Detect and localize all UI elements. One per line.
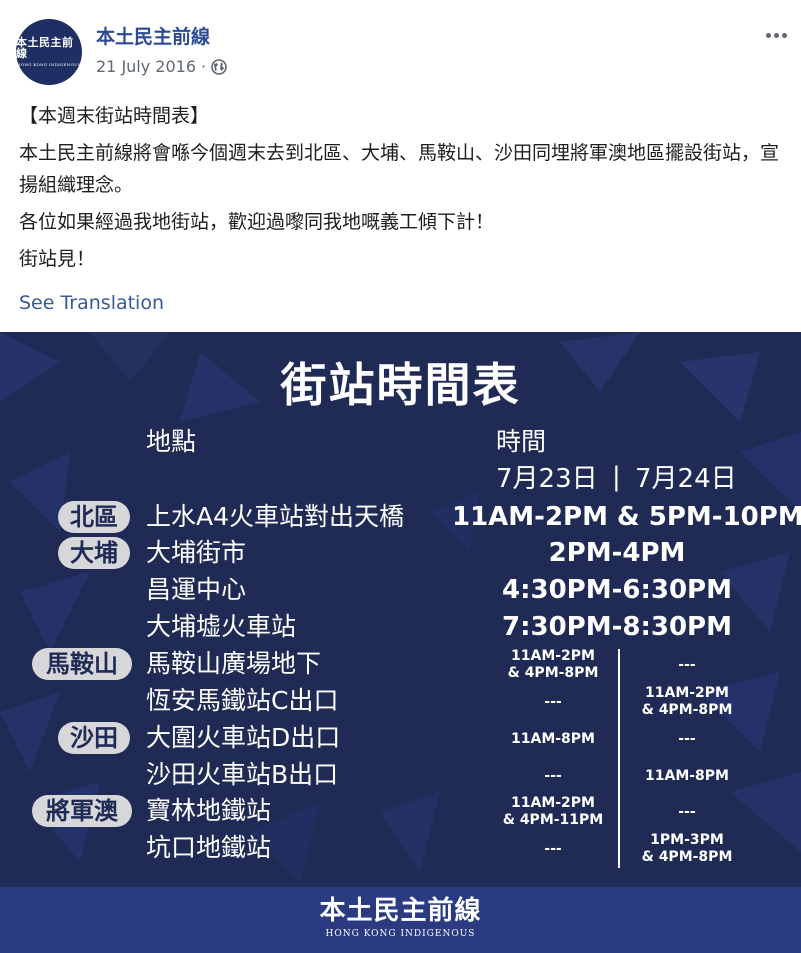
day-divider bbox=[618, 649, 620, 868]
time-line: 11AM-2PM bbox=[511, 795, 595, 811]
facebook-post: 本土民主前線 HONG KONG INDIGENOUS 本土民主前線 21 Ju… bbox=[0, 0, 801, 953]
date-header-day2: 7月24日 bbox=[635, 464, 737, 494]
time-line: 11AM-8PM bbox=[645, 768, 729, 784]
time-line: 1PM-3PM bbox=[650, 832, 724, 848]
post-paragraph: 各位如果經過我地街站，歡迎過嚟同我地嘅義工傾下計！ bbox=[19, 211, 495, 233]
time-slot-day2: 11AM-2PM & 4PM-8PM bbox=[622, 685, 752, 719]
time-line: & 4PM-8PM bbox=[641, 849, 733, 865]
post-paragraph: 【本週末街站時間表】 bbox=[19, 105, 210, 127]
time-slot-day1: 11AM-2PM & 4PM-8PM bbox=[488, 648, 618, 682]
avatar-logo-text: 本土民主前線 bbox=[16, 36, 74, 60]
post-paragraph: 街站見！ bbox=[19, 248, 96, 270]
time-line: 11AM-2PM bbox=[645, 685, 729, 701]
time-slot-day1: 11AM-2PM & 4PM-11PM bbox=[488, 795, 618, 829]
time-line: --- bbox=[544, 768, 562, 784]
time-line: --- bbox=[678, 657, 696, 673]
district-badge: 將軍澳 bbox=[32, 795, 132, 827]
page-name-link[interactable]: 本土民主前線 bbox=[96, 25, 210, 49]
time-line: 11AM-2PM bbox=[511, 648, 595, 664]
location-name: 沙田火車站B出口 bbox=[146, 760, 339, 789]
time-line: --- bbox=[678, 731, 696, 747]
time-slot-both-days: 2PM-4PM bbox=[548, 538, 686, 568]
location-name: 上水A4火車站對出天橋 bbox=[146, 502, 405, 531]
location-name: 恆安馬鐵站C出口 bbox=[146, 686, 339, 715]
location-header: 地點 bbox=[146, 427, 197, 456]
time-slot-both-days: 7:30PM-8:30PM bbox=[502, 612, 732, 642]
time-slot-day1: --- bbox=[488, 841, 618, 858]
time-line: --- bbox=[678, 804, 696, 820]
time-header: 時間 bbox=[496, 427, 547, 456]
footer-logo: 本土民主前線 bbox=[319, 896, 482, 926]
district-badge: 馬鞍山 bbox=[32, 648, 132, 680]
time-line: --- bbox=[544, 841, 562, 857]
district-badge: 大埔 bbox=[58, 537, 130, 569]
date-header-separator: | bbox=[612, 462, 621, 492]
avatar-logo-subtext: HONG KONG INDIGENOUS bbox=[17, 62, 81, 67]
district-badge: 北區 bbox=[58, 501, 130, 533]
time-line: --- bbox=[544, 694, 562, 710]
post-header: 本土民主前線 HONG KONG INDIGENOUS 本土民主前線 21 Ju… bbox=[16, 19, 791, 85]
time-slot-day1: --- bbox=[488, 694, 618, 711]
location-name: 坑口地鐵站 bbox=[146, 833, 272, 862]
see-translation-link[interactable]: See Translation bbox=[19, 289, 164, 317]
location-name: 大埔街市 bbox=[146, 538, 247, 567]
location-name: 昌運中心 bbox=[146, 575, 247, 604]
location-name: 大圍火車站D出口 bbox=[146, 723, 341, 752]
location-name: 寶林地鐵站 bbox=[146, 796, 272, 825]
meta-separator: · bbox=[201, 57, 207, 76]
avatar[interactable]: 本土民主前線 HONG KONG INDIGENOUS bbox=[16, 19, 82, 85]
time-slot-both-days: 11AM-2PM & 5PM-10PM bbox=[452, 502, 801, 532]
time-line: & 4PM-8PM bbox=[641, 702, 733, 718]
more-options-icon[interactable] bbox=[761, 25, 791, 45]
time-slot-day1: 11AM-8PM bbox=[488, 731, 618, 748]
schedule-title: 街站時間表 bbox=[280, 358, 521, 412]
post-paragraph: 本土民主前線將會喺今個週末去到北區、大埔、馬鞍山、沙田同埋將軍澳地區擺設街站，宣… bbox=[19, 142, 780, 196]
location-name: 馬鞍山廣場地下 bbox=[146, 649, 322, 678]
location-name: 大埔墟火車站 bbox=[146, 612, 297, 641]
time-slot-day2: 11AM-8PM bbox=[622, 768, 752, 785]
globe-icon[interactable] bbox=[211, 59, 227, 75]
post-meta: 21 July 2016 · bbox=[96, 57, 227, 77]
time-slot-day2: --- bbox=[622, 657, 752, 674]
time-slot-day2: 1PM-3PM & 4PM-8PM bbox=[622, 832, 752, 866]
time-slot-day2: --- bbox=[622, 731, 752, 748]
post-date-link[interactable]: 21 July 2016 bbox=[96, 57, 196, 77]
time-slot-both-days: 4:30PM-6:30PM bbox=[502, 575, 732, 605]
district-badge: 沙田 bbox=[58, 722, 130, 754]
time-slot-day1: --- bbox=[488, 768, 618, 785]
post-image[interactable]: 街站時間表 地點 時間 7月23日 | 7月24日 北區 大埔 馬鞍山 沙田 將… bbox=[0, 332, 801, 953]
time-line: & 4PM-11PM bbox=[502, 812, 604, 828]
time-line: & 4PM-8PM bbox=[507, 665, 599, 681]
time-line: 11AM-8PM bbox=[511, 731, 595, 747]
post-body: 【本週末街站時間表】 本土民主前線將會喺今個週末去到北區、大埔、馬鞍山、沙田同埋… bbox=[19, 100, 784, 280]
time-slot-day2: --- bbox=[622, 804, 752, 821]
image-footer: 本土民主前線 HONG KONG INDIGENOUS bbox=[0, 887, 801, 953]
date-header-day1: 7月23日 bbox=[496, 464, 598, 494]
footer-logo-subtext: HONG KONG INDIGENOUS bbox=[325, 929, 476, 939]
